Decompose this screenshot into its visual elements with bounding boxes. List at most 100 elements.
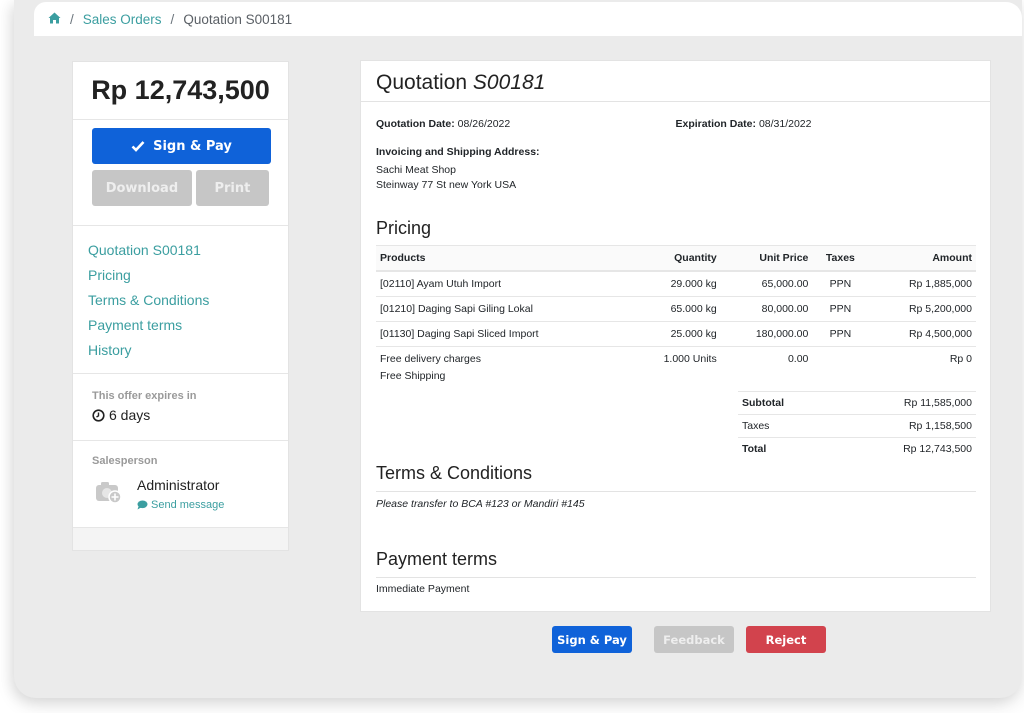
divider <box>376 577 976 578</box>
breadcrumb-sales-orders[interactable]: Sales Orders <box>83 12 162 27</box>
sidebar-footer <box>73 528 288 550</box>
expires-label: This offer expires in <box>92 390 197 402</box>
salesperson-name: Administrator <box>137 477 220 493</box>
line-quantity: 29.000 kg <box>628 271 721 297</box>
table-row: [01210] Daging Sapi Giling Lokal 65.000 … <box>376 296 976 322</box>
column-unit-price: Unit Price <box>720 245 813 272</box>
sidebar-sign-pay-label: Sign & Pay <box>153 138 232 154</box>
reject-button[interactable]: Reject <box>746 626 826 653</box>
document-dates: Quotation Date: 08/26/2022 Expiration Da… <box>376 118 975 130</box>
quotation-document: Quotation S00181 Quotation Date: 08/26/2… <box>360 60 991 612</box>
sidebar-link-history[interactable]: History <box>88 338 273 363</box>
taxes-row: Taxes Rp 1,158,500 <box>738 414 976 438</box>
taxes-label: Taxes <box>738 414 832 438</box>
bottom-actions: Sign & Pay Feedback Reject <box>552 626 826 653</box>
chat-icon <box>137 500 148 510</box>
line-product: [01130] Daging Sapi Sliced Import <box>376 321 629 347</box>
feedback-button[interactable]: Feedback <box>654 626 734 653</box>
breadcrumb-home[interactable] <box>48 12 61 27</box>
column-amount: Amount <box>868 245 976 272</box>
line-unit-price: 0.00 <box>787 353 809 365</box>
line-quantity: 25.000 kg <box>628 321 721 347</box>
column-taxes: Taxes <box>812 245 869 272</box>
terms-text: Please transfer to BCA #123 or Mandiri #… <box>376 498 585 510</box>
payment-terms-heading: Payment terms <box>376 549 498 569</box>
line-amount: Rp 4,500,000 <box>868 321 976 347</box>
sidebar-sign-pay-button[interactable]: Sign & Pay <box>92 128 271 164</box>
home-icon <box>48 12 61 23</box>
salesperson-label: Salesperson <box>92 455 158 467</box>
print-button[interactable]: Print <box>195 170 269 206</box>
document-title: Quotation S00181 <box>361 61 990 102</box>
line-amount: Rp 5,200,000 <box>868 296 976 322</box>
line-product-note: Free Shipping <box>380 370 446 382</box>
quotation-date-value: 08/26/2022 <box>457 118 511 130</box>
sign-pay-button[interactable]: Sign & Pay <box>552 626 632 653</box>
avatar-placeholder-camera-icon <box>96 482 122 504</box>
sidebar-link-payment-terms[interactable]: Payment terms <box>88 313 273 338</box>
terms-heading: Terms & Conditions <box>376 463 533 483</box>
line-product: [01210] Daging Sapi Giling Lokal <box>376 296 629 322</box>
line-quantity: 65.000 kg <box>628 296 721 322</box>
order-lines-table: Products Quantity Unit Price Taxes Amoun… <box>376 245 976 388</box>
sidebar-total-amount: Rp 12,743,500 <box>73 62 288 120</box>
quotation-date-label: Quotation Date: <box>376 118 455 130</box>
line-product: [02110] Ayam Utuh Import <box>376 271 629 297</box>
subtotal-row: Subtotal Rp 11,585,000 <box>738 391 976 415</box>
divider <box>376 491 976 492</box>
payment-terms-text: Immediate Payment <box>376 583 470 595</box>
expiration-date-value: 08/31/2022 <box>758 118 812 130</box>
line-taxes: PPN <box>812 321 869 347</box>
line-quantity: 1.000 Units <box>663 353 717 365</box>
column-quantity: Quantity <box>628 245 721 272</box>
table-header-row: Products Quantity Unit Price Taxes Amoun… <box>376 245 976 272</box>
pricing-heading: Pricing <box>376 218 432 238</box>
breadcrumb-separator: / <box>70 11 74 27</box>
check-icon <box>131 141 145 152</box>
subtotal-value: Rp 11,585,000 <box>831 391 976 415</box>
total-label: Total <box>738 437 832 460</box>
line-unit-price: 180,000.00 <box>720 321 813 347</box>
expiration-date-label: Expiration Date: <box>675 118 757 130</box>
document-title-prefix: Quotation <box>376 71 468 94</box>
table-row: [01130] Daging Sapi Sliced Import 25.000… <box>376 321 976 347</box>
line-product-name: Free delivery charges <box>380 353 481 365</box>
clock-icon <box>92 408 105 422</box>
breadcrumb-current: Quotation S00181 <box>183 11 293 27</box>
breadcrumb: / Sales Orders / Quotation S00181 <box>34 2 1022 36</box>
sidebar-link-quotation[interactable]: Quotation S00181 <box>88 238 273 263</box>
line-product: Free delivery charges Free Shipping <box>376 347 628 389</box>
taxes-value: Rp 1,158,500 <box>831 414 976 438</box>
line-taxes: PPN <box>812 296 869 322</box>
table-row: Free delivery charges Free Shipping 1.00… <box>376 347 976 389</box>
sidebar-link-pricing[interactable]: Pricing <box>88 263 273 288</box>
send-message-link[interactable]: Send message <box>137 499 224 511</box>
sidebar-nav: Quotation S00181 Pricing Terms & Conditi… <box>73 226 288 374</box>
line-unit-price: 65,000.00 <box>720 271 813 297</box>
line-amount: Rp 1,885,000 <box>868 271 976 297</box>
line-unit-price: 80,000.00 <box>720 296 813 322</box>
download-button[interactable]: Download <box>92 170 192 206</box>
offer-expiry: This offer expires in 6 days <box>73 374 288 441</box>
address-line: Steinway 77 St new York USA <box>376 179 517 191</box>
totals-table: Subtotal Rp 11,585,000 Taxes Rp 1,158,50… <box>738 391 976 460</box>
table-row: [02110] Ayam Utuh Import 29.000 kg 65,00… <box>376 271 976 297</box>
send-message-label: Send message <box>151 499 225 511</box>
address-label: Invoicing and Shipping Address: <box>376 146 540 158</box>
total-value: Rp 12,743,500 <box>831 437 976 460</box>
address-block: Invoicing and Shipping Address: Sachi Me… <box>376 145 975 193</box>
line-taxes <box>812 347 868 389</box>
address-line: Sachi Meat Shop <box>376 164 456 176</box>
total-row: Total Rp 12,743,500 <box>738 437 976 460</box>
column-products: Products <box>376 245 629 272</box>
line-taxes: PPN <box>812 271 869 297</box>
sidebar: Rp 12,743,500 Sign & Pay Download Print … <box>72 61 289 551</box>
breadcrumb-separator: / <box>170 11 175 27</box>
subtotal-label: Subtotal <box>738 391 832 415</box>
line-amount: Rp 0 <box>949 353 972 365</box>
expires-value: 6 days <box>109 407 151 423</box>
sidebar-link-terms[interactable]: Terms & Conditions <box>88 288 273 313</box>
document-title-number: S00181 <box>472 71 546 94</box>
salesperson-section: Salesperson Administrator Send message <box>73 441 288 528</box>
sidebar-actions: Sign & Pay Download Print <box>73 120 288 226</box>
